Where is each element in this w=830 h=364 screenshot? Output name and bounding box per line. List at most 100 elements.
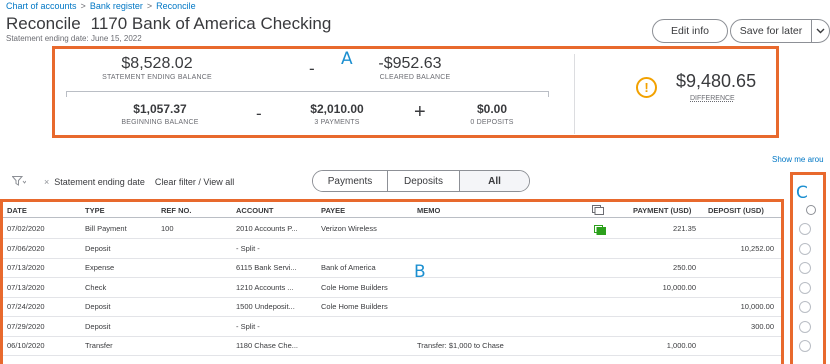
cell-payee: Verizon Wireless — [321, 224, 377, 233]
row-divider — [3, 296, 781, 298]
filter-bar: × Statement ending date Clear filter / V… — [11, 175, 234, 189]
summary-divider — [574, 54, 575, 134]
breadcrumb-chart-of-accounts[interactable]: Chart of accounts — [6, 1, 77, 11]
annotation-label-c: C — [796, 183, 808, 203]
breadcrumb: Chart of accounts > Bank register > Reconcil… — [6, 1, 196, 11]
cell-date: 06/10/2020 — [7, 341, 45, 350]
cell-type: Deposit — [85, 321, 111, 331]
row-divider — [3, 316, 781, 317]
cell-deposit: 10,252.00 — [740, 243, 774, 253]
filter-label: Statement ending date — [54, 177, 145, 187]
cell-type: Check — [85, 282, 107, 292]
column-header-payment[interactable]: PAYMENT (USD) — [633, 206, 691, 215]
cell-account: 1210 Accounts ... — [236, 282, 294, 292]
annotation-label-b: B — [414, 262, 426, 282]
statement-ending-balance-value: $8,528.02 — [121, 55, 193, 72]
column-header-ref-no[interactable]: REF NO. — [161, 206, 191, 215]
warning-icon: ! — [636, 77, 657, 98]
chevron-down-icon — [816, 28, 825, 34]
cell-date: 07/13/2020 — [7, 282, 45, 292]
attachment-icon — [592, 205, 604, 215]
difference-label: DIFFERENCE — [690, 95, 735, 102]
breadcrumb-reconcile[interactable]: Reconcile — [156, 1, 196, 11]
save-options-dropdown-button[interactable] — [811, 19, 830, 43]
cell-account: 6115 Bank Servi... — [236, 263, 297, 272]
show-me-around-link[interactable]: Show me arou — [772, 155, 824, 164]
cleared-radio[interactable] — [799, 281, 811, 294]
summary-bracket-tick — [66, 91, 67, 97]
row-divider — [3, 277, 781, 278]
clear-filter-link[interactable]: Clear filter / View all — [155, 177, 234, 187]
difference-value: $9,480.65 — [676, 71, 757, 91]
cleared-radio[interactable] — [799, 262, 811, 274]
deposits-count-label: 0 DEPOSITS — [470, 119, 514, 126]
cleared-radio[interactable] — [799, 301, 811, 313]
breadcrumb-separator: > — [146, 1, 153, 11]
row-divider — [3, 238, 781, 239]
cell-type: Expense — [85, 263, 115, 272]
row-divider — [3, 355, 781, 356]
remove-filter-icon[interactable]: × — [44, 177, 49, 187]
row-divider — [3, 335, 781, 337]
transaction-type-tabs: Payments Deposits All — [312, 170, 530, 192]
statement-ending-balance-label: STATEMENT ENDING BALANCE — [102, 74, 212, 81]
cell-account: - Split - — [236, 321, 260, 331]
page-title: Reconcile 1170 Bank of America Checking — [6, 14, 331, 34]
plus-operator: + — [414, 101, 426, 123]
column-header-payee[interactable]: PAYEE — [321, 206, 345, 215]
row-divider — [3, 257, 781, 259]
cell-payment: 250.00 — [673, 263, 696, 272]
cell-account: - Split - — [236, 243, 260, 253]
attachment-icon[interactable] — [594, 225, 606, 235]
column-header-type[interactable]: TYPE — [85, 206, 105, 215]
cleared-radio[interactable] — [799, 223, 811, 235]
summary-bracket-tick — [548, 91, 549, 97]
cleared-radio[interactable] — [799, 340, 811, 352]
column-header-memo[interactable]: MEMO — [417, 206, 440, 215]
cell-type: Deposit — [85, 302, 111, 311]
cleared-radio[interactable] — [799, 320, 811, 333]
cleared-radio[interactable] — [799, 242, 811, 255]
cell-payee: Cole Home Builders — [321, 282, 388, 292]
cell-account: 1500 Undeposit... — [236, 302, 295, 311]
beginning-balance-value: $1,057.37 — [133, 102, 187, 116]
payments-value: $2,010.00 — [310, 102, 364, 116]
cell-date: 07/24/2020 — [7, 302, 45, 311]
cell-type: Transfer — [85, 341, 113, 350]
filter-icon[interactable] — [11, 175, 27, 189]
cell-type: Deposit — [85, 243, 111, 253]
page-title-reconcile: Reconcile — [6, 14, 81, 33]
summary-bracket — [66, 91, 548, 92]
table-header-divider — [3, 217, 781, 218]
cell-ref: 100 — [161, 224, 174, 233]
column-header-account[interactable]: ACCOUNT — [236, 206, 274, 215]
save-for-later-button[interactable]: Save for later — [730, 19, 812, 43]
annotation-label-a: A — [341, 49, 353, 69]
statement-ending-date: Statement ending date: June 15, 2022 — [6, 34, 142, 43]
cell-memo: Transfer: $1,000 to Chase — [417, 341, 504, 350]
column-header-date[interactable]: DATE — [7, 206, 27, 215]
cell-payment: 10,000.00 — [662, 282, 696, 292]
tab-all[interactable]: All — [459, 171, 529, 191]
breadcrumb-bank-register[interactable]: Bank register — [90, 1, 143, 11]
cleared-balance-label: CLEARED BALANCE — [379, 74, 451, 81]
minus-operator: - — [309, 59, 315, 78]
cell-payment: 221.35 — [673, 224, 696, 233]
cleared-balance-value: -$952.63 — [378, 55, 442, 72]
edit-info-button[interactable]: Edit info — [652, 19, 728, 43]
cell-deposit: 300.00 — [751, 321, 774, 331]
gear-icon[interactable] — [806, 205, 816, 215]
cell-payee: Cole Home Builders — [321, 302, 388, 311]
payments-count-label: 3 PAYMENTS — [314, 119, 360, 126]
column-header-deposit[interactable]: DEPOSIT (USD) — [708, 206, 764, 215]
breadcrumb-separator: > — [80, 1, 86, 11]
tab-payments[interactable]: Payments — [313, 171, 387, 191]
beginning-balance-label: BEGINNING BALANCE — [121, 119, 199, 126]
account-name: 1170 Bank of America Checking — [90, 14, 332, 33]
cell-payment: 1,000.00 — [666, 341, 696, 350]
tab-deposits[interactable]: Deposits — [387, 171, 459, 191]
cell-date: 07/13/2020 — [7, 263, 45, 272]
cell-date: 07/06/2020 — [7, 243, 45, 253]
cell-deposit: 10,000.00 — [740, 302, 774, 311]
cell-payee: Bank of America — [321, 263, 376, 272]
